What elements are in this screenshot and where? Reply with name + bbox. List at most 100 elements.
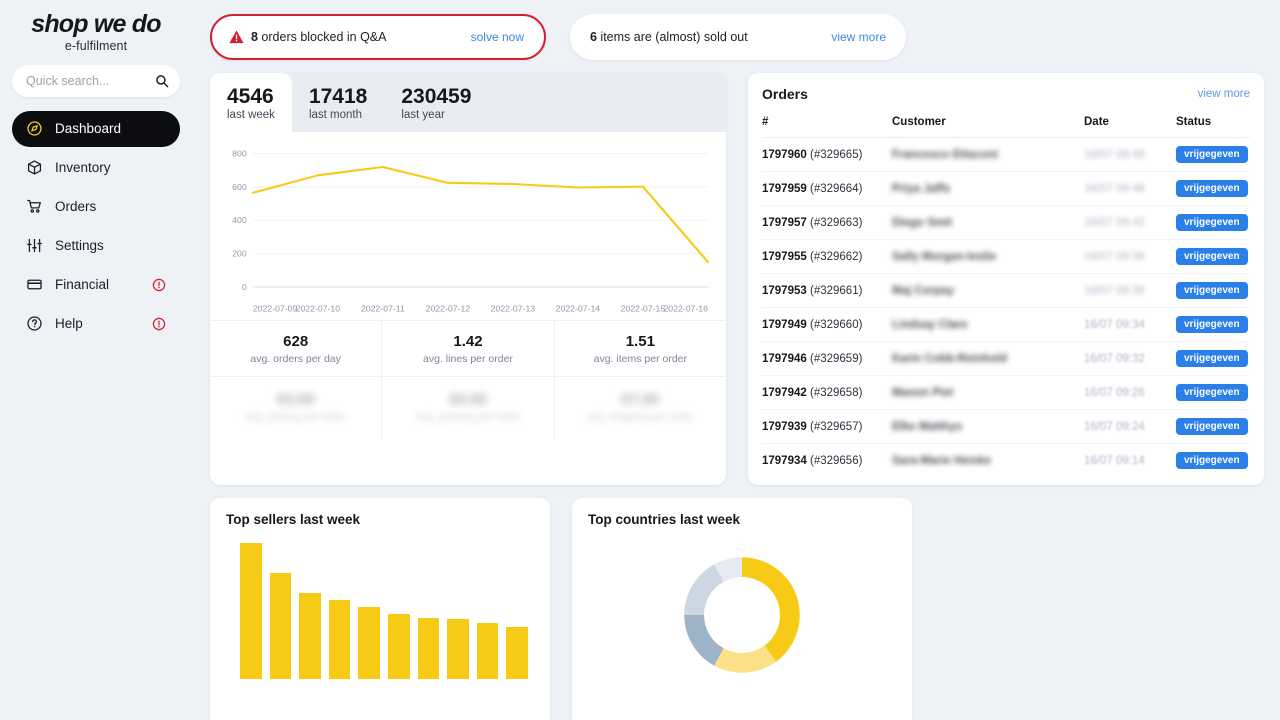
tab-last-week[interactable]: 4546 last week xyxy=(210,73,292,133)
column-header-date[interactable]: Date xyxy=(1084,112,1176,138)
cell-status: vrijgegeven xyxy=(1176,137,1250,172)
customer-name: Maj Corpay xyxy=(892,284,954,297)
status-badge[interactable]: vrijgegeven xyxy=(1176,248,1248,265)
question-icon xyxy=(26,315,43,332)
donut-segment-3[interactable] xyxy=(684,615,724,666)
cell-status: vrijgegeven xyxy=(1176,205,1250,240)
sidebar-item-inventory[interactable]: Inventory xyxy=(12,150,180,186)
sidebar-item-help[interactable]: Help xyxy=(12,306,180,342)
status-badge[interactable]: vrijgegeven xyxy=(1176,282,1248,299)
cell-customer: Elke Matthys xyxy=(892,409,1084,444)
metric-lines-per-order: 1.42 avg. lines per order xyxy=(382,321,555,377)
search-icon[interactable] xyxy=(155,74,169,88)
table-row[interactable]: 1797949 (#329660) Lindsay Clare 16/07 09:3… xyxy=(762,307,1250,342)
sidebar: shop we do e-fulfilment Dashboard xyxy=(0,0,192,720)
alert-count: 8 xyxy=(251,30,258,44)
view-more-link[interactable]: view more xyxy=(831,30,886,44)
line-chart-svg: 0 200 400 600 800 xyxy=(232,149,710,292)
cell-customer: Sara-Marie Heiske xyxy=(892,444,1084,478)
column-header-customer[interactable]: Customer xyxy=(892,112,1084,138)
cell-order-number: 1797934 (#329656) xyxy=(762,444,892,478)
sidebar-nav: Dashboard Inventory Orders Settings Fina… xyxy=(12,110,180,342)
bar-9[interactable] xyxy=(476,623,499,679)
tab-last-month[interactable]: 17418 last month xyxy=(292,73,384,132)
cell-date: 16/07 09:14 xyxy=(1084,444,1176,478)
table-row[interactable]: 1797957 (#329663) Diego Smit 16/07 09:42 vr… xyxy=(762,205,1250,240)
table-row[interactable]: 1797942 (#329658) Manon Piet 16/07 09:26 vr… xyxy=(762,375,1250,410)
bar-5[interactable] xyxy=(358,606,380,679)
table-row[interactable]: 1797939 (#329657) Elke Matthys 16/07 09:24… xyxy=(762,409,1250,444)
table-row[interactable]: 1797934 (#329656) Sara-Marie Heiske 16/07 … xyxy=(762,444,1250,478)
order-date: 16/07 09:48 xyxy=(1084,148,1145,161)
metrics-row: 628 avg. orders per day 1.42 avg. lines … xyxy=(210,320,726,377)
customer-name: Diego Smit xyxy=(892,216,953,229)
cell-date: 16/07 09:48 xyxy=(1084,171,1176,206)
brand-logo[interactable]: shop we do e-fulfilment xyxy=(12,8,180,63)
status-badge[interactable]: vrijgegeven xyxy=(1176,350,1248,367)
orders-card: Orders view more # Customer Date Status … xyxy=(748,73,1264,485)
svg-text:2022-07-09: 2022-07-09 xyxy=(253,304,298,313)
brand-name: shop we do xyxy=(31,10,161,38)
cell-status: vrijgegeven xyxy=(1176,171,1250,206)
bar-6[interactable] xyxy=(387,613,410,679)
status-badge[interactable]: vrijgegeven xyxy=(1176,214,1248,231)
cell-order-number: 1797955 (#329662) xyxy=(762,239,892,274)
solve-now-link[interactable]: solve now xyxy=(471,30,524,44)
alert-orders-blocked[interactable]: 8 orders blocked in Q&A solve now xyxy=(210,14,546,60)
table-row[interactable]: 1797960 (#329665) Francesco Ettaconi 16/07… xyxy=(762,137,1250,172)
chart-y-tick-labels: 0 200 400 600 800 xyxy=(232,149,247,292)
status-badge[interactable]: vrijgegeven xyxy=(1176,146,1248,163)
orders-table: # Customer Date Status 1797960 (#329665)… xyxy=(762,112,1250,477)
order-date: 16/07 09:26 xyxy=(1084,386,1145,399)
tab-label: last month xyxy=(308,109,362,122)
status-badge[interactable]: vrijgegeven xyxy=(1176,180,1248,197)
order-date: 16/07 09:14 xyxy=(1084,454,1145,467)
cell-customer: Priya Jaffs xyxy=(892,171,1084,206)
bar-4[interactable] xyxy=(328,600,351,679)
sidebar-item-orders[interactable]: Orders xyxy=(12,189,180,225)
sidebar-item-financial[interactable]: Financial xyxy=(12,267,180,303)
metric-label: avg. packing per order xyxy=(415,411,521,424)
sidebar-item-settings[interactable]: Settings xyxy=(12,228,180,264)
column-header-number[interactable]: # xyxy=(762,112,892,138)
top-countries-card: Top countries last week xyxy=(572,498,912,720)
status-badge[interactable]: vrijgegeven xyxy=(1176,316,1248,333)
orders-header: Orders view more xyxy=(762,86,1250,102)
bar-1[interactable] xyxy=(240,543,262,679)
sidebar-item-dashboard[interactable]: Dashboard xyxy=(12,110,180,147)
bar-8[interactable] xyxy=(447,619,469,679)
top-sellers-title: Top sellers last week xyxy=(226,512,361,527)
customer-name: Karin Cobb-Reinhold xyxy=(892,352,1007,365)
status-badge[interactable]: vrijgegeven xyxy=(1176,418,1248,435)
bar-2[interactable] xyxy=(269,572,292,679)
table-row[interactable]: 1797946 (#329659) Karin Cobb-Reinhold 16/0… xyxy=(762,341,1250,376)
svg-text:2022-07-10: 2022-07-10 xyxy=(296,304,341,313)
alert-sold-out[interactable]: 6 items are (almost) sold out view more xyxy=(570,14,906,60)
top-sellers-axis-labels xyxy=(226,679,534,693)
status-badge[interactable]: vrijgegeven xyxy=(1176,452,1248,469)
bar-10[interactable] xyxy=(506,627,528,679)
svg-text:200: 200 xyxy=(232,249,247,259)
top-countries-axis-labels xyxy=(588,691,896,705)
tab-last-year[interactable]: 230459 last year xyxy=(384,73,488,132)
order-ext-id: (#329661) xyxy=(809,284,863,297)
table-row[interactable]: 1797953 (#329661) Maj Corpay 16/07 09:36 vr… xyxy=(762,273,1250,308)
bar-7[interactable] xyxy=(417,617,440,679)
orders-line-chart: 0 200 400 600 800 2022-07-09 2022-07-10 2022-0… xyxy=(210,132,726,320)
donut-segment-2[interactable] xyxy=(714,645,776,673)
metric-label: avg. items per order xyxy=(593,353,687,366)
table-row[interactable]: 1797955 (#329662) Sally Morgan-leslie 16/0… xyxy=(762,239,1250,274)
top-countries-donut-chart xyxy=(684,557,800,673)
donut-segment-1[interactable] xyxy=(742,557,800,662)
orders-view-more-link[interactable]: view more xyxy=(1198,88,1250,100)
status-badge[interactable]: vrijgegeven xyxy=(1176,384,1248,401)
bar-3[interactable] xyxy=(299,593,321,679)
svg-text:600: 600 xyxy=(232,182,247,192)
sidebar-item-label: Financial xyxy=(55,277,110,292)
cell-order-number: 1797953 (#329661) xyxy=(762,273,892,308)
table-row[interactable]: 1797959 (#329664) Priya Jaffs 16/07 09:48 v… xyxy=(762,171,1250,206)
order-date: 16/07 09:32 xyxy=(1084,352,1145,365)
svg-text:2022-07-11: 2022-07-11 xyxy=(361,304,405,313)
column-header-status[interactable]: Status xyxy=(1176,112,1250,138)
donut-segment-4[interactable] xyxy=(684,564,724,615)
